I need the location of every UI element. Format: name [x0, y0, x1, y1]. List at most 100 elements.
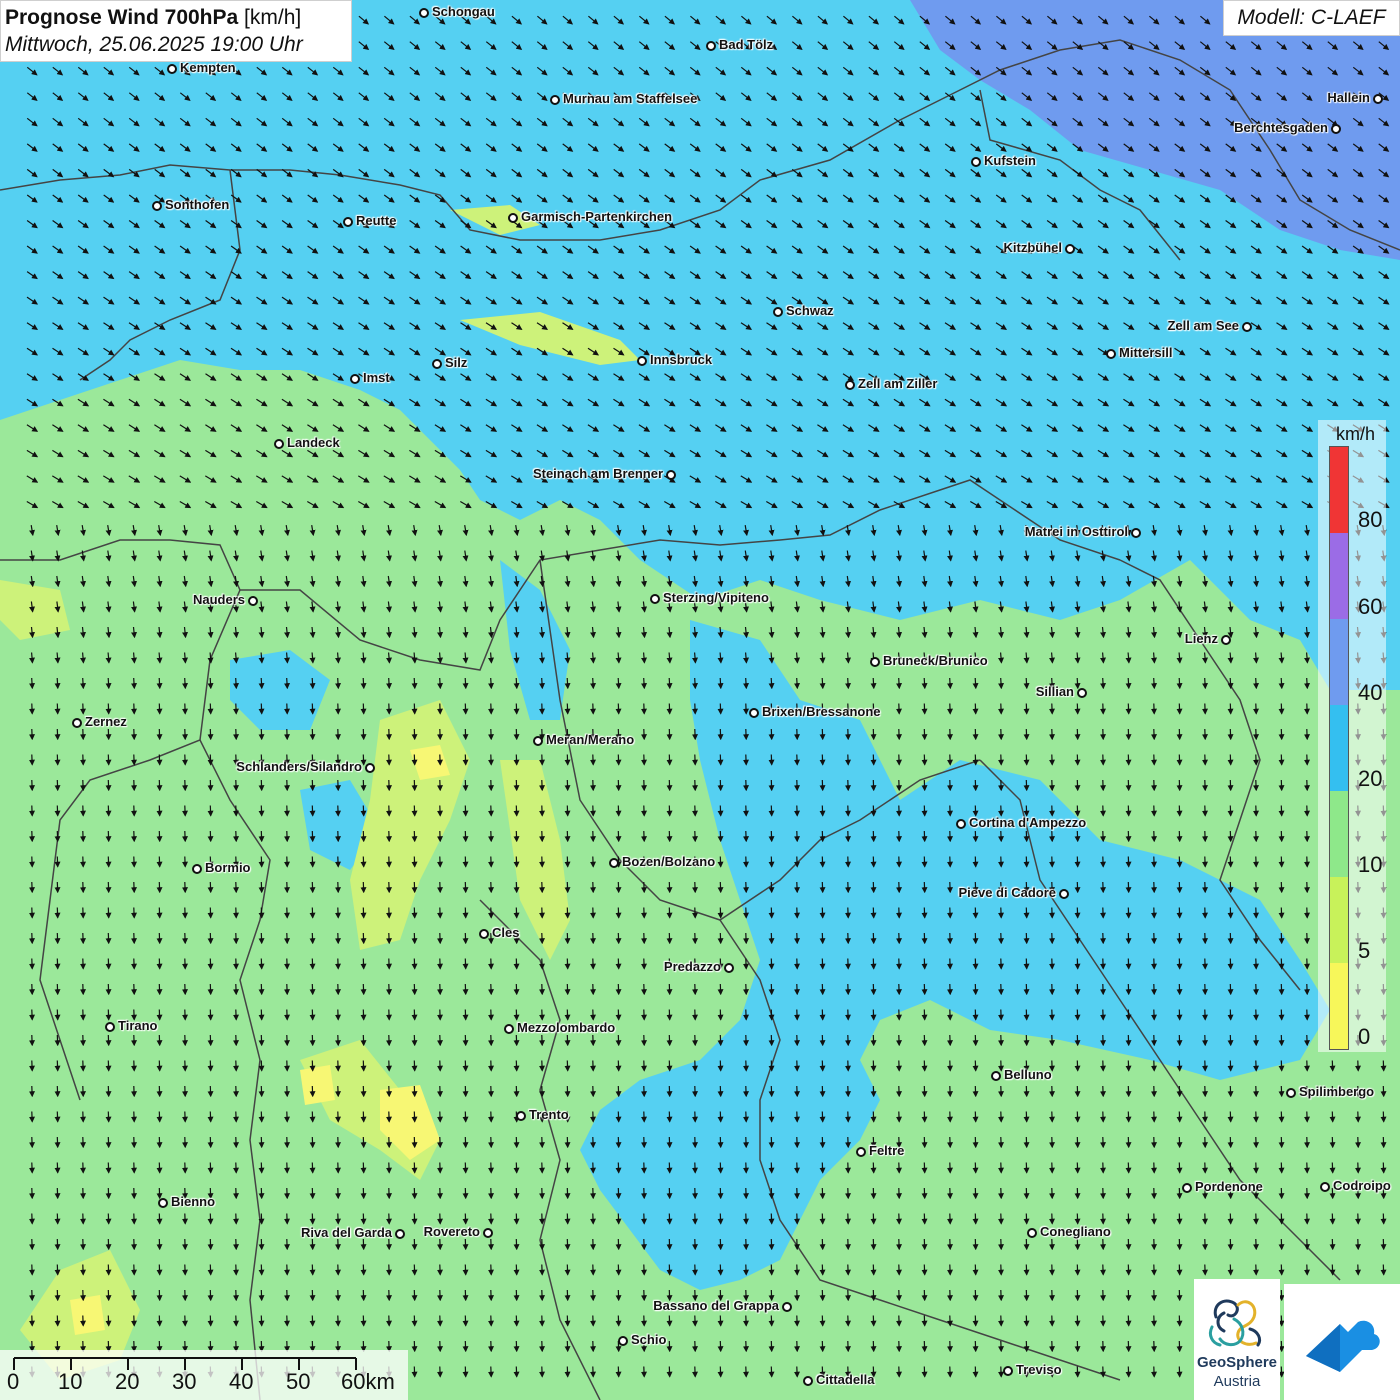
- legend-seg-80: [1330, 447, 1348, 533]
- wind-arrow-icon: [845, 652, 852, 664]
- wind-arrow-icon: [513, 677, 520, 690]
- wind-arrow-icon: [1074, 652, 1081, 664]
- wind-arrow-icon: [207, 677, 214, 690]
- city-label: Bruneck/Brunico: [883, 653, 988, 668]
- city-dot-icon: [1221, 635, 1231, 645]
- wind-arrow-icon: [896, 677, 903, 690]
- legend-seg-40: [1330, 619, 1348, 705]
- city-label: Matrei in Osttirol: [1024, 524, 1128, 539]
- city-label: Schongau: [432, 4, 495, 19]
- city-label: Garmisch-Partenkirchen: [521, 209, 673, 224]
- legend-tick-80: 80: [1358, 507, 1383, 532]
- legend-tick-10: 10: [1358, 852, 1383, 877]
- city-dot-icon: [845, 380, 855, 390]
- city-label: Murnau am Staffelsee: [563, 91, 698, 106]
- city-label: Reutte: [356, 213, 397, 228]
- wind-arrow-icon: [1202, 652, 1209, 664]
- title-main: Prognose Wind 700hPa: [5, 6, 239, 29]
- city-dot-icon: [1373, 94, 1383, 104]
- wind-arrow-icon: [513, 652, 520, 664]
- wind-arrow-icon: [1253, 677, 1260, 690]
- geosphere-name: GeoSphere: [1196, 1354, 1278, 1371]
- forecast-datetime: Mittwoch, 25.06.2025 19:00 Uhr: [5, 33, 303, 56]
- city-dot-icon: [1182, 1183, 1192, 1193]
- city-label: Lienz: [1184, 631, 1218, 646]
- city-dot-icon: [1106, 349, 1116, 359]
- city-dot-icon: [749, 708, 759, 718]
- city-dot-icon: [72, 718, 82, 728]
- city-label: Sonthofen: [165, 197, 230, 212]
- scale-label-60km: 60km: [341, 1369, 395, 1394]
- wind-arrow-icon: [131, 652, 138, 664]
- wind-arrow-icon: [54, 677, 61, 690]
- wind-arrow-icon: [335, 652, 342, 664]
- city-label: Riva del Garda: [300, 1225, 392, 1240]
- wind-arrow-icon: [1023, 677, 1030, 690]
- city-dot-icon: [870, 657, 880, 667]
- city-dot-icon: [1065, 244, 1075, 254]
- wind-arrow-icon: [80, 677, 87, 690]
- wind-arrow-icon: [1176, 652, 1183, 664]
- city-dot-icon: [773, 307, 783, 317]
- wind-arrow-icon: [794, 652, 801, 664]
- wind-arrow-icon: [1304, 677, 1311, 690]
- wind-arrow-icon: [947, 677, 954, 690]
- wind-arrow-icon: [564, 677, 571, 690]
- city-label: Schwaz: [786, 303, 834, 318]
- wind-arrow-icon: [156, 677, 163, 690]
- scale-label-10: 10: [58, 1369, 83, 1394]
- wind-arrow-icon: [284, 677, 291, 690]
- city-dot-icon: [483, 1228, 493, 1238]
- scale-label-20: 20: [115, 1369, 140, 1394]
- legend-tick-5: 5: [1358, 938, 1371, 963]
- wind-arrow-icon: [131, 677, 138, 690]
- city-label: Spilimbergo: [1299, 1084, 1375, 1099]
- city-dot-icon: [1131, 528, 1141, 538]
- wind-arrow-icon: [386, 677, 393, 690]
- city-label: Zell am Ziller: [858, 376, 938, 391]
- city-label: Brixen/Bressanone: [762, 704, 881, 719]
- wind-arrow-icon: [233, 677, 240, 690]
- wind-arrow-icon: [768, 652, 775, 664]
- city-dot-icon: [504, 1024, 514, 1034]
- city-label: Cortina d'Ampezzo: [969, 815, 1087, 830]
- geosphere-logo[interactable]: GeoSphere Austria: [1194, 1279, 1280, 1400]
- legend-tick-0: 0: [1358, 1024, 1371, 1049]
- wind-arrow-icon: [564, 652, 571, 664]
- city-label: Codroipo: [1333, 1178, 1391, 1193]
- legend-seg-20: [1330, 705, 1348, 791]
- city-label: Landeck: [287, 435, 340, 450]
- city-label: Bad Tölz: [719, 37, 774, 52]
- wind-arrow-icon: [768, 677, 775, 690]
- scale-label-40: 40: [229, 1369, 254, 1394]
- app-logo[interactable]: [1284, 1284, 1400, 1400]
- city-dot-icon: [192, 864, 202, 874]
- legend-tick-20: 20: [1358, 766, 1383, 791]
- wind-arrow-icon: [794, 677, 801, 690]
- city-dot-icon: [343, 217, 353, 227]
- city-label: Rovereto: [423, 1224, 480, 1239]
- city-dot-icon: [533, 736, 543, 746]
- wind-arrow-icon: [717, 677, 724, 690]
- city-label: Cles: [492, 925, 520, 940]
- wind-arrow-icon: [1253, 652, 1260, 664]
- city-dot-icon: [666, 470, 676, 480]
- city-dot-icon: [516, 1111, 526, 1121]
- city-label: Cittadella: [816, 1372, 875, 1387]
- city-label: Steinach am Brenner: [532, 466, 663, 481]
- wind-arrow-icon: [462, 652, 469, 664]
- wind-arrow-icon: [1176, 677, 1183, 690]
- wind-arrow-icon: [717, 652, 724, 664]
- city-dot-icon: [248, 596, 258, 606]
- wind-arrow-icon: [1278, 677, 1285, 690]
- city-label: Bormio: [205, 860, 251, 875]
- wind-arrow-icon: [105, 677, 112, 690]
- legend-tick-40: 40: [1358, 680, 1383, 705]
- wind-arrow-icon: [29, 652, 36, 664]
- city-label: Zell am See: [1167, 318, 1239, 333]
- city-label: Mittersill: [1119, 345, 1173, 360]
- city-dot-icon: [609, 858, 619, 868]
- wind-arrow-icon: [1100, 677, 1107, 690]
- wind-arrow-icon: [819, 652, 826, 664]
- city-label: Kitzbühel: [1003, 240, 1063, 255]
